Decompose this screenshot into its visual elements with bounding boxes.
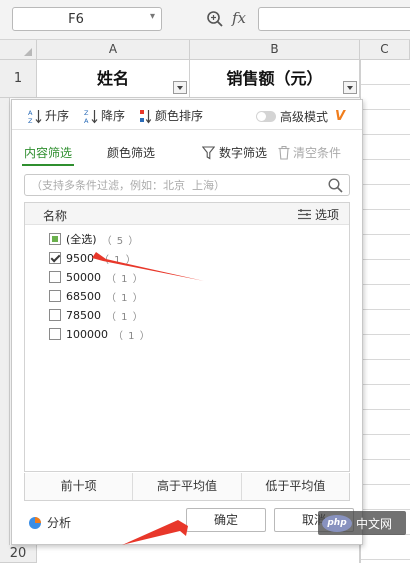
php-logo-icon: php bbox=[322, 514, 352, 532]
column-header-a[interactable]: A bbox=[37, 40, 190, 60]
filter-search-input[interactable] bbox=[31, 177, 317, 193]
item-checkbox[interactable] bbox=[49, 328, 61, 340]
svg-text:A: A bbox=[28, 109, 33, 117]
formula-input[interactable] bbox=[258, 7, 410, 31]
color-sort-icon bbox=[140, 109, 152, 124]
ok-button[interactable]: 确定 bbox=[186, 508, 266, 532]
sort-ascending-button[interactable]: A Z 升序 bbox=[28, 108, 69, 124]
fx-icon[interactable]: fx bbox=[232, 9, 246, 27]
filter-tabs: 内容筛选 颜色筛选 数字筛选 清空条件 bbox=[12, 142, 362, 166]
funnel-icon bbox=[202, 145, 215, 159]
column-header-c[interactable]: C bbox=[360, 40, 410, 60]
filter-search-box[interactable] bbox=[24, 174, 350, 196]
item-checkbox[interactable] bbox=[49, 252, 61, 264]
list-item[interactable]: 50000 （ 1 ） bbox=[49, 269, 144, 285]
item-checkbox[interactable] bbox=[49, 290, 61, 302]
list-item-count: （ 1 ） bbox=[106, 292, 144, 304]
advanced-mode-label: 高级模式 bbox=[280, 110, 329, 124]
formula-toolbar: F6 ▾ fx bbox=[0, 0, 410, 40]
zoom-icon[interactable] bbox=[206, 10, 224, 28]
chevron-down-icon[interactable]: ▾ bbox=[150, 11, 155, 22]
number-filter-label: 数字筛选 bbox=[219, 146, 268, 160]
tab-color-filter-label: 颜色筛选 bbox=[107, 146, 156, 160]
list-item-label: (全选) bbox=[66, 233, 97, 246]
cell-b1-text: 销售额（元） bbox=[226, 69, 323, 88]
vip-badge-icon: V bbox=[335, 109, 346, 124]
color-sort-label: 颜色排序 bbox=[155, 109, 204, 123]
above-average-button[interactable]: 高于平均值 bbox=[133, 473, 242, 500]
list-item[interactable]: 100000 （ 1 ） bbox=[49, 326, 151, 342]
list-item[interactable]: 68500 （ 1 ） bbox=[49, 288, 144, 304]
watermark: php 中文网 bbox=[318, 511, 406, 535]
item-checkbox[interactable] bbox=[49, 271, 61, 283]
filter-value-list: 名称 选项 (全选) （ 5 ） 9500 （ 1 ） 50000 （ 1 ） … bbox=[24, 202, 350, 472]
svg-text:Z: Z bbox=[28, 117, 33, 124]
advanced-mode-toggle[interactable]: 高级模式 V bbox=[256, 108, 345, 125]
select-all-corner[interactable] bbox=[0, 40, 37, 60]
row-20-cells[interactable] bbox=[37, 545, 360, 563]
list-item-count: （ 1 ） bbox=[106, 273, 144, 285]
list-header: 名称 选项 bbox=[25, 203, 349, 225]
clear-conditions-label: 清空条件 bbox=[293, 146, 342, 160]
sort-ascending-label: 升序 bbox=[45, 109, 70, 123]
pie-chart-icon bbox=[29, 516, 41, 529]
tab-color-filter[interactable]: 颜色筛选 bbox=[107, 144, 155, 161]
list-item[interactable]: 78500 （ 1 ） bbox=[49, 307, 144, 323]
analyze-label: 分析 bbox=[47, 516, 72, 530]
active-tab-indicator bbox=[22, 164, 75, 166]
list-item-count: （ 1 ） bbox=[99, 254, 137, 266]
watermark-text: 中文网 bbox=[356, 516, 393, 531]
column-c-cells[interactable] bbox=[360, 60, 410, 563]
trash-icon bbox=[278, 145, 290, 160]
list-item-label: 68500 bbox=[66, 289, 101, 303]
row-header-1[interactable]: 1 bbox=[0, 60, 37, 98]
clear-conditions-button[interactable]: 清空条件 bbox=[278, 144, 341, 161]
toggle-switch-icon[interactable] bbox=[256, 111, 276, 122]
list-options-label: 选项 bbox=[314, 208, 339, 222]
sort-bar: A Z 升序 Z A 降序 颜色排序 高级模式 V bbox=[12, 100, 362, 130]
list-item-count: （ 5 ） bbox=[101, 235, 140, 247]
item-checkbox[interactable] bbox=[49, 309, 61, 321]
tab-content-filter-label: 内容筛选 bbox=[24, 146, 73, 160]
below-average-button[interactable]: 低于平均值 bbox=[241, 473, 349, 500]
list-item-label: 9500 bbox=[66, 251, 94, 265]
analyze-button[interactable]: 分析 bbox=[28, 514, 71, 531]
row-header-strip bbox=[0, 98, 10, 545]
name-box[interactable]: F6 ▾ bbox=[12, 7, 162, 31]
filter-dropdown-button-b[interactable] bbox=[343, 81, 357, 94]
list-item-select-all[interactable]: (全选) （ 5 ） bbox=[49, 231, 139, 247]
svg-text:Z: Z bbox=[84, 109, 89, 117]
list-item-label: 100000 bbox=[66, 327, 108, 341]
number-filter-button[interactable]: 数字筛选 bbox=[202, 144, 267, 161]
list-item-label: 78500 bbox=[66, 308, 101, 322]
svg-text:A: A bbox=[84, 117, 89, 124]
search-icon[interactable] bbox=[328, 178, 343, 193]
row-header-20[interactable]: 20 bbox=[0, 545, 37, 563]
cell-b1[interactable]: 销售额（元） bbox=[190, 60, 360, 98]
list-item-count: （ 1 ） bbox=[113, 330, 151, 342]
select-all-checkbox[interactable] bbox=[49, 233, 61, 245]
color-sort-button[interactable]: 颜色排序 bbox=[140, 108, 203, 124]
name-box-value: F6 bbox=[68, 12, 84, 27]
sort-descending-icon: Z A bbox=[84, 109, 98, 124]
options-icon bbox=[297, 209, 311, 220]
sort-ascending-icon: A Z bbox=[28, 109, 42, 124]
sort-descending-button[interactable]: Z A 降序 bbox=[84, 108, 125, 124]
filter-dropdown-button-a[interactable] bbox=[173, 81, 187, 94]
sort-descending-label: 降序 bbox=[101, 109, 126, 123]
tab-content-filter[interactable]: 内容筛选 bbox=[22, 144, 75, 166]
quick-filter-bar: 前十项 高于平均值 低于平均值 bbox=[24, 473, 350, 501]
list-item-count: （ 1 ） bbox=[106, 311, 144, 323]
list-item[interactable]: 9500 （ 1 ） bbox=[49, 250, 137, 266]
column-header-b[interactable]: B bbox=[190, 40, 360, 60]
list-item-label: 50000 bbox=[66, 270, 101, 284]
list-options-button[interactable]: 选项 bbox=[297, 206, 339, 223]
cell-a1[interactable]: 姓名 bbox=[37, 60, 190, 98]
filter-panel: A Z 升序 Z A 降序 颜色排序 高级模式 V 内容筛选 颜色筛选 数字筛选… bbox=[11, 99, 363, 545]
list-name-header: 名称 bbox=[43, 209, 68, 223]
top-ten-button[interactable]: 前十项 bbox=[25, 473, 134, 500]
cell-a1-text: 姓名 bbox=[96, 69, 129, 88]
